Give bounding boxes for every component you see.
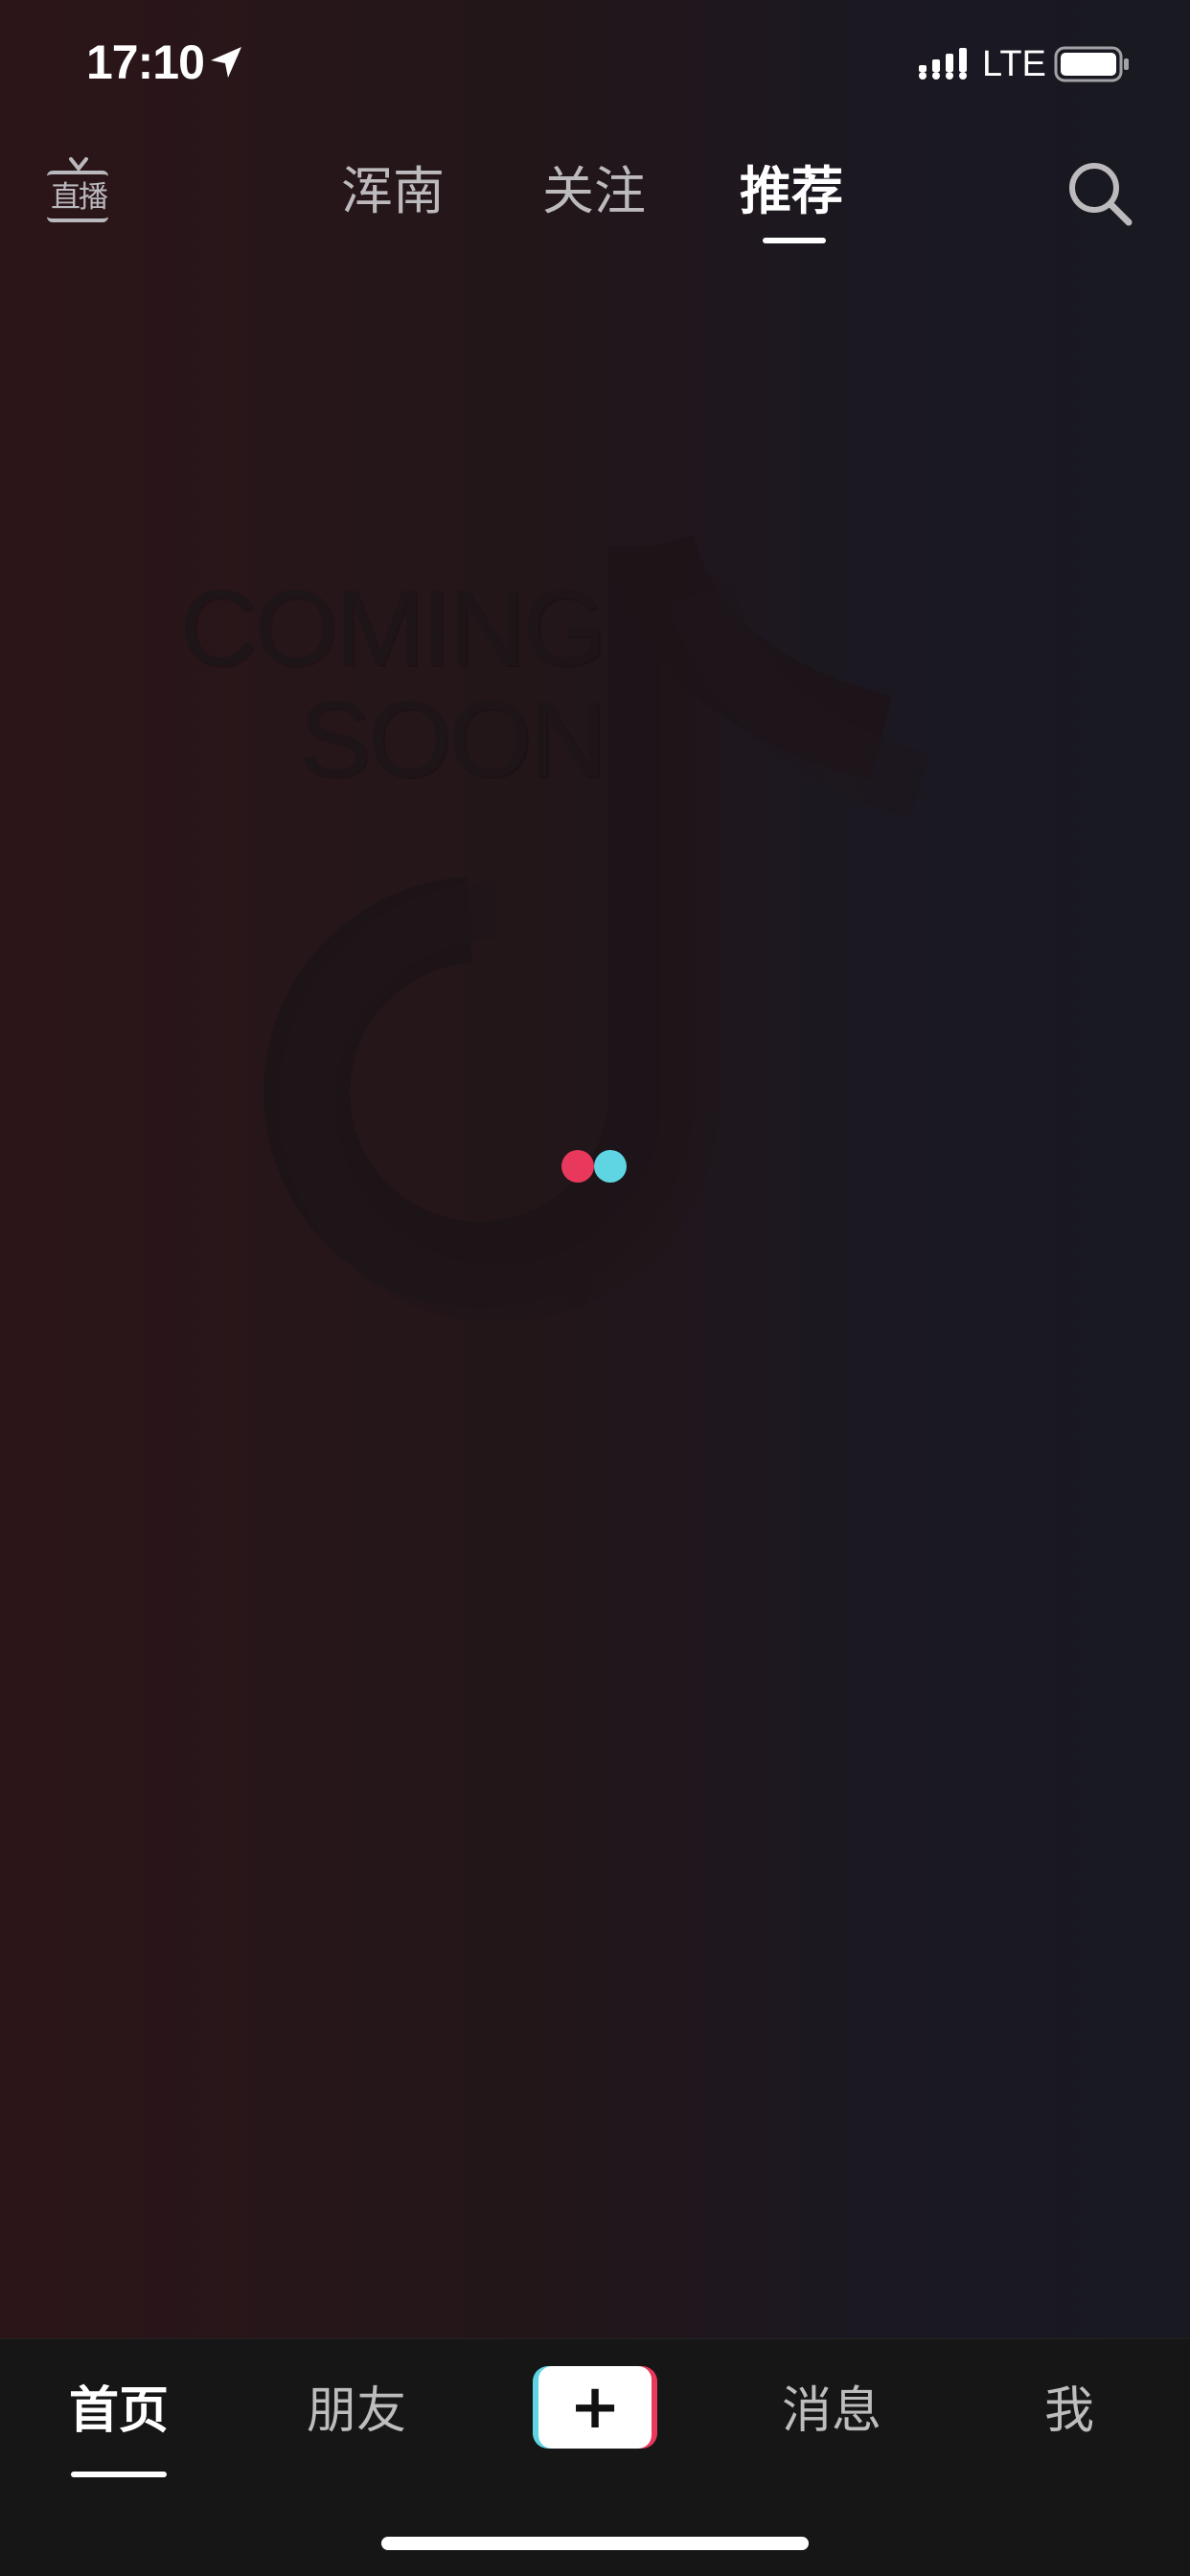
plus-icon: + [569, 2372, 621, 2443]
live-label: 直播 [51, 180, 108, 215]
tab-indicator [763, 238, 826, 243]
home-indicator [381, 2537, 809, 2550]
screen: 17:10 LTE 直播 浑南 关注 推荐 COMING SOON 首页 朋友 … [0, 0, 1190, 2576]
tab-following[interactable]: 关注 [527, 153, 661, 230]
signal-icon [919, 48, 967, 80]
coming-soon-line2: SOON [299, 679, 606, 799]
tab-hunnan[interactable]: 浑南 [326, 153, 460, 230]
loading-dot-red [561, 1150, 594, 1183]
loading-indicator [561, 1150, 629, 1188]
status-bar: 17:10 LTE [0, 0, 1190, 126]
network-label: LTE [982, 44, 1046, 84]
coming-soon-text: COMING SOON [125, 568, 606, 799]
coming-soon-line1: COMING [179, 568, 606, 688]
tab-home[interactable]: 首页 [42, 2378, 195, 2445]
live-button[interactable]: 直播 [44, 157, 117, 230]
loading-dot-cyan [594, 1150, 627, 1183]
create-button[interactable]: + [533, 2366, 657, 2449]
tab-messages[interactable]: 消息 [755, 2378, 908, 2445]
status-time: 17:10 [86, 35, 205, 89]
tab-recommended[interactable]: 推荐 [724, 153, 858, 230]
battery-icon [1054, 46, 1129, 82]
bottom-tab-indicator [71, 2472, 167, 2477]
tab-me[interactable]: 我 [993, 2378, 1146, 2445]
tab-friends[interactable]: 朋友 [280, 2378, 433, 2445]
nav-tabs: 浑南 关注 推荐 [326, 153, 862, 249]
search-icon[interactable] [1064, 157, 1136, 230]
location-arrow-icon [211, 47, 241, 78]
top-nav: 直播 浑南 关注 推荐 [0, 134, 1190, 259]
